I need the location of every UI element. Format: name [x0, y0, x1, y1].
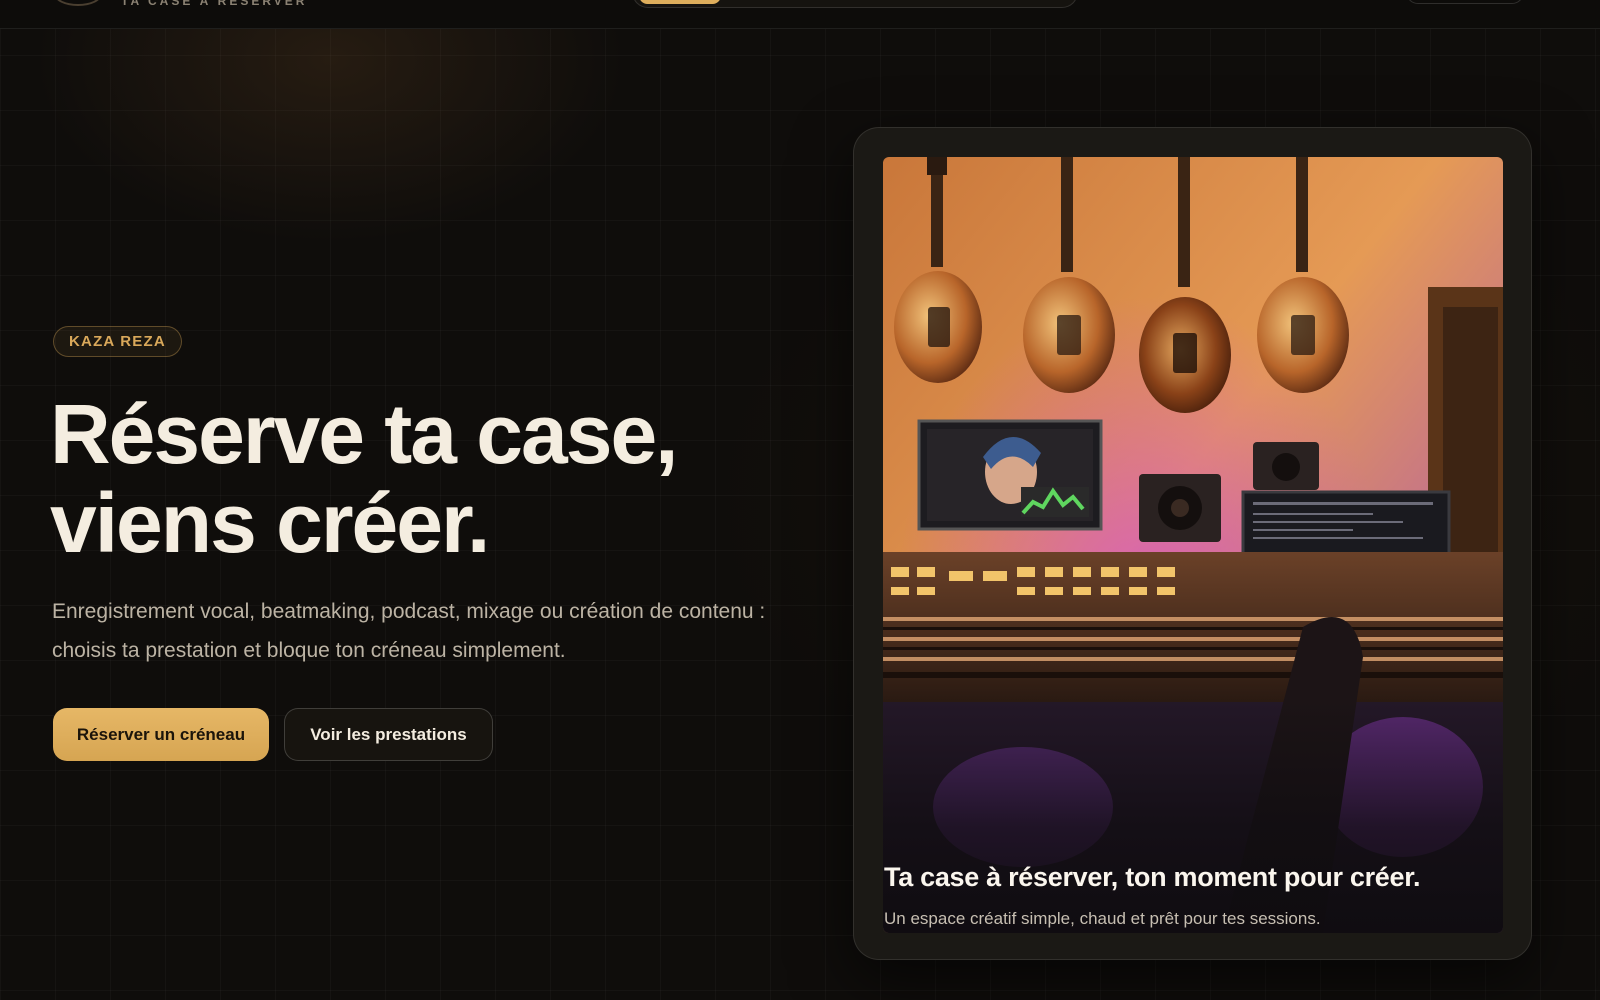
hero-subtitle-line-2: choisis ta prestation et bloque ton crén… [52, 639, 566, 662]
card-caption-subtitle: Un espace créatif simple, chaud et prêt … [884, 909, 1321, 928]
nav-menu [632, 0, 1078, 8]
nav-action-button[interactable] [1406, 0, 1524, 4]
card-caption-title: Ta case à réserver, ton moment pour crée… [884, 862, 1421, 892]
brand-logo-icon[interactable] [54, 0, 102, 6]
view-services-button[interactable]: Voir les prestations [284, 708, 493, 761]
hero-badge: KAZA REZA [53, 326, 182, 357]
book-slot-button[interactable]: Réserver un créneau [53, 708, 269, 761]
hero-title-line-1: Réserve ta case, [50, 387, 679, 481]
brand-tagline: TA CASE À RÉSERVER [121, 0, 308, 8]
hero-title-line-2: viens créer. [50, 476, 490, 570]
studio-photo [883, 157, 1503, 933]
hero-subtitle: Enregistrement vocal, beatmaking, podcas… [52, 592, 842, 670]
hero-subtitle-line-1: Enregistrement vocal, beatmaking, podcas… [52, 600, 766, 623]
top-nav: TA CASE À RÉSERVER [0, 0, 1600, 29]
hero-image-card: Ta case à réserver, ton moment pour crée… [853, 127, 1532, 960]
hero-title: Réserve ta case, viens créer. [50, 390, 830, 568]
nav-item-active[interactable] [639, 0, 721, 4]
